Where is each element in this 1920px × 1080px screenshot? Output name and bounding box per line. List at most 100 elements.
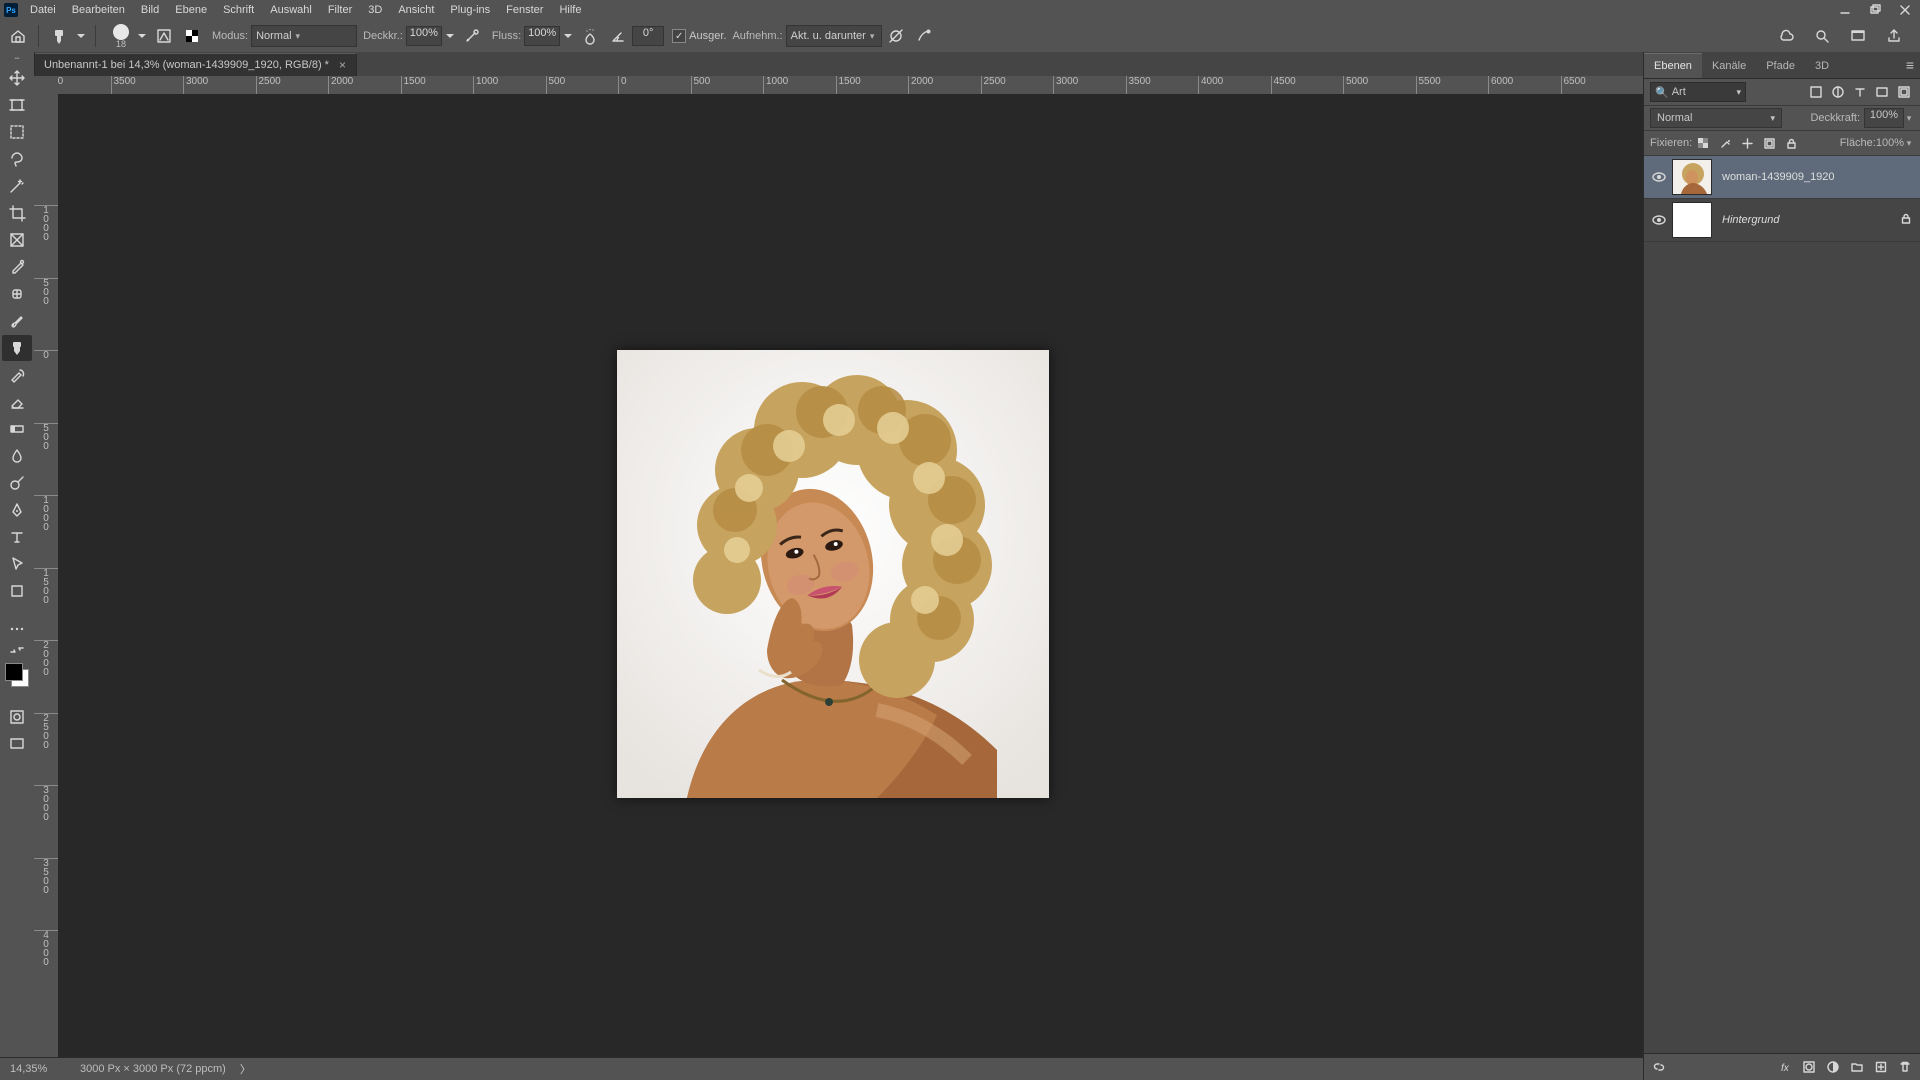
screen-mode-tool[interactable]: [2, 731, 32, 757]
color-swatch[interactable]: [5, 663, 29, 687]
eyedropper-tool[interactable]: [2, 254, 32, 280]
sample-dropdown[interactable]: Akt. u. darunter▾: [786, 25, 882, 47]
menu-ebene[interactable]: Ebene: [167, 0, 215, 20]
panel-tab-3d[interactable]: 3D: [1805, 54, 1839, 78]
fill-dropdown[interactable]: ▾: [1904, 138, 1914, 149]
delete-layer-button[interactable]: [1896, 1058, 1914, 1076]
pen-tool[interactable]: [2, 497, 32, 523]
layer-visibility-toggle[interactable]: [1650, 168, 1668, 186]
dodge-tool[interactable]: [2, 470, 32, 496]
layer-group-button[interactable]: [1848, 1058, 1866, 1076]
filter-type-icon[interactable]: [1850, 82, 1870, 102]
filter-smart-icon[interactable]: [1894, 82, 1914, 102]
filter-pixel-icon[interactable]: [1806, 82, 1826, 102]
panel-tab-pfade[interactable]: Pfade: [1756, 54, 1805, 78]
document-tab[interactable]: Unbenannt-1 bei 14,3% (woman-1439909_192…: [34, 53, 357, 76]
shape-tool[interactable]: [2, 578, 32, 604]
layer-row[interactable]: woman-1439909_1920: [1644, 156, 1920, 199]
history-brush-tool[interactable]: [2, 362, 32, 388]
menu-schrift[interactable]: Schrift: [215, 0, 262, 20]
blend-mode-dropdown[interactable]: Normal▾: [251, 25, 357, 47]
adjustment-layer-button[interactable]: [1824, 1058, 1842, 1076]
crop-tool[interactable]: [2, 200, 32, 226]
window-minimize-button[interactable]: [1830, 0, 1860, 20]
layer-visibility-toggle[interactable]: [1650, 211, 1668, 229]
layers-list[interactable]: woman-1439909_1920 Hintergrund: [1644, 156, 1920, 1053]
document-tab-close[interactable]: ×: [339, 58, 346, 72]
angle-value[interactable]: 0°: [632, 26, 664, 46]
brush-picker-dropdown[interactable]: [136, 24, 148, 48]
healing-brush-tool[interactable]: [2, 281, 32, 307]
filter-shape-icon[interactable]: [1872, 82, 1892, 102]
pressure-size-button[interactable]: [912, 24, 936, 48]
lock-transparency-icon[interactable]: [1694, 134, 1712, 152]
layer-blend-mode-dropdown[interactable]: Normal▾: [1650, 108, 1782, 128]
angle-icon[interactable]: [606, 24, 630, 48]
tool-preset-dropdown[interactable]: [75, 24, 87, 48]
layer-row[interactable]: Hintergrund: [1644, 199, 1920, 242]
canvas-document[interactable]: [617, 350, 1049, 798]
layer-thumbnail[interactable]: [1672, 159, 1712, 195]
lock-all-icon[interactable]: [1782, 134, 1800, 152]
ignore-adjustments-button[interactable]: [884, 24, 908, 48]
path-selection-tool[interactable]: [2, 551, 32, 577]
quick-mask-button[interactable]: [2, 704, 32, 730]
frame-tool[interactable]: [2, 227, 32, 253]
menu-3d[interactable]: 3D: [360, 0, 390, 20]
aligned-checkbox[interactable]: ✓: [672, 29, 686, 43]
ruler-origin[interactable]: [34, 76, 59, 95]
window-close-button[interactable]: [1890, 0, 1920, 20]
lock-image-icon[interactable]: [1716, 134, 1734, 152]
airbrush-button[interactable]: [578, 24, 602, 48]
swap-colors-icon[interactable]: [2, 643, 32, 657]
menu-auswahl[interactable]: Auswahl: [262, 0, 320, 20]
menu-fenster[interactable]: Fenster: [498, 0, 551, 20]
layer-mask-button[interactable]: [1800, 1058, 1818, 1076]
opacity-value[interactable]: 100%: [406, 26, 442, 46]
menu-filter[interactable]: Filter: [320, 0, 360, 20]
panel-tab-kanäle[interactable]: Kanäle: [1702, 54, 1756, 78]
flow-value[interactable]: 100%: [524, 26, 560, 46]
type-tool[interactable]: [2, 524, 32, 550]
gradient-tool[interactable]: [2, 416, 32, 442]
brush-tool[interactable]: [2, 308, 32, 334]
brush-settings-button[interactable]: [152, 24, 176, 48]
menu-bild[interactable]: Bild: [133, 0, 167, 20]
canvas-viewport[interactable]: [58, 94, 1644, 1058]
layer-opacity-value[interactable]: 100%: [1864, 108, 1904, 128]
new-layer-button[interactable]: [1872, 1058, 1890, 1076]
artboard-tool[interactable]: [2, 92, 32, 118]
menu-hilfe[interactable]: Hilfe: [551, 0, 589, 20]
lock-position-icon[interactable]: [1738, 134, 1756, 152]
filter-adjust-icon[interactable]: [1828, 82, 1848, 102]
eraser-tool[interactable]: [2, 389, 32, 415]
layer-filter-dropdown[interactable]: 🔍 Art ▾: [1650, 82, 1746, 102]
vertical-ruler[interactable]: 500100005001000150020002500300035004000: [34, 94, 59, 1058]
menu-plug-ins[interactable]: Plug-ins: [442, 0, 498, 20]
panel-tab-ebenen[interactable]: Ebenen: [1644, 53, 1702, 78]
blur-tool[interactable]: [2, 443, 32, 469]
menu-bearbeiten[interactable]: Bearbeiten: [64, 0, 133, 20]
share-button[interactable]: [1882, 24, 1906, 48]
zoom-level[interactable]: 14,35%: [10, 1063, 60, 1075]
horizontal-ruler[interactable]: 4000350030002500200015001000500050010001…: [58, 76, 1644, 95]
pressure-opacity-button[interactable]: [460, 24, 484, 48]
clone-stamp-tool[interactable]: [2, 335, 32, 361]
screen-mode-button[interactable]: [1846, 24, 1870, 48]
layer-style-button[interactable]: fx: [1776, 1058, 1794, 1076]
fill-value[interactable]: 100%: [1876, 137, 1904, 149]
link-layers-button[interactable]: [1650, 1058, 1668, 1076]
layer-name[interactable]: woman-1439909_1920: [1722, 171, 1898, 183]
brush-preview[interactable]: 18: [108, 22, 134, 50]
layer-name[interactable]: Hintergrund: [1722, 214, 1898, 226]
layer-lock-icon[interactable]: [1898, 213, 1914, 228]
color-sample-button[interactable]: [180, 24, 204, 48]
menu-ansicht[interactable]: Ansicht: [390, 0, 442, 20]
cloud-docs-button[interactable]: [1774, 24, 1798, 48]
flow-dropdown[interactable]: [562, 24, 574, 48]
panel-menu-button[interactable]: ≡: [1906, 57, 1914, 73]
document-info[interactable]: 3000 Px × 3000 Px (72 ppcm): [80, 1063, 226, 1075]
lock-nested-icon[interactable]: [1760, 134, 1778, 152]
menu-datei[interactable]: Datei: [22, 0, 64, 20]
search-button[interactable]: [1810, 24, 1834, 48]
